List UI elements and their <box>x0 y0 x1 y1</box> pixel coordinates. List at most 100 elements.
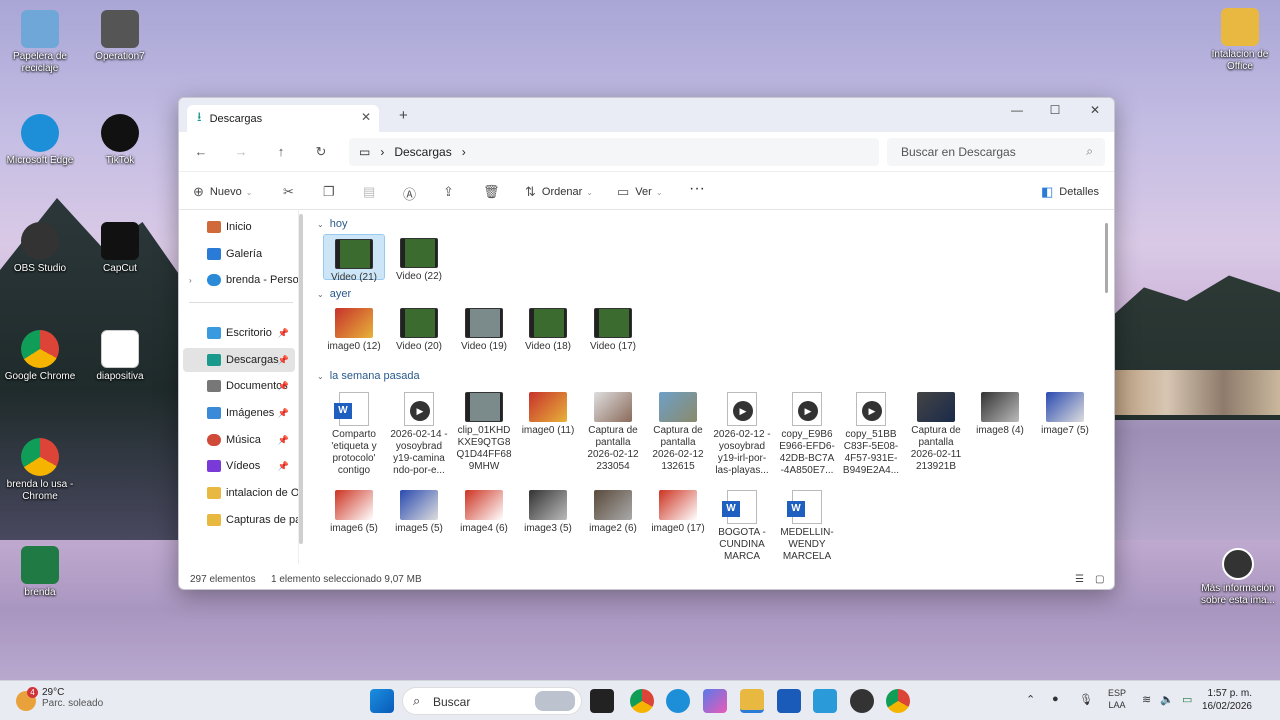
group-header-semana-pasada[interactable]: ⌄ la semana pasada <box>317 370 420 382</box>
desktop-icon-tiktok[interactable]: TikTok <box>78 114 162 167</box>
copy-button[interactable]: ❐ <box>323 184 341 200</box>
file-item[interactable]: Video (18) <box>517 304 579 353</box>
file-item[interactable]: ▶ 2026-02-12 -yosoybrad y19-irl-por- las-… <box>711 388 773 477</box>
store-icon[interactable] <box>777 689 801 713</box>
sidebar-item-musica[interactable]: Música 📌 <box>183 428 295 452</box>
file-item[interactable]: image7 (5) <box>1034 388 1096 437</box>
file-item[interactable]: image5 (5) <box>388 486 450 535</box>
file-item[interactable]: Captura de pantalla 2026-02-12 233054 <box>582 388 644 473</box>
paste-button[interactable]: ▤ <box>363 184 381 200</box>
file-item[interactable]: ▶ copy_E9B6 E966-EFD6- 42DB-BC7A -4A850E7… <box>776 388 838 477</box>
desktop-icon-spotlight-info[interactable]: Más información sobre esta ima... <box>1196 548 1280 607</box>
file-item[interactable]: W BOGOTA - CUNDINA MARCA <box>711 486 773 563</box>
view-button[interactable]: ▭ Ver ⌄ <box>617 184 663 200</box>
desktop-icon-chrome[interactable]: Google Chrome <box>0 330 82 383</box>
file-item[interactable]: Video (17) <box>582 304 644 353</box>
back-arrow-icon[interactable]: ← <box>191 144 211 159</box>
group-header-ayer[interactable]: ⌄ ayer <box>317 288 351 300</box>
close-tab-icon[interactable]: ✕ <box>361 110 371 124</box>
file-item[interactable]: clip_01KHD KXE9QTG8 Q1D44FF68 9MHW <box>453 388 515 473</box>
close-button[interactable]: ✕ <box>1083 103 1107 117</box>
file-item[interactable]: image0 (11) <box>517 388 579 437</box>
file-item[interactable]: image6 (5) <box>323 486 385 535</box>
search-input[interactable]: Buscar en Descargas ⌕ <box>887 138 1105 166</box>
sidebar-item-descargas[interactable]: Descargas 📌 <box>183 348 295 372</box>
chevron-up-icon[interactable]: ⌃ <box>1026 693 1035 706</box>
chrome-taskbar-icon[interactable] <box>630 689 654 713</box>
sidebar-item-intalacion[interactable]: intalacion de Of <box>183 481 298 505</box>
battery-icon[interactable]: ▭ <box>1182 693 1192 706</box>
file-explorer-taskbar-icon[interactable] <box>740 689 764 713</box>
obs-taskbar-icon[interactable] <box>850 689 874 713</box>
sort-button[interactable]: ⇅ Ordenar ⌄ <box>525 184 593 200</box>
file-item[interactable]: image2 (6) <box>582 486 644 535</box>
breadcrumb[interactable]: ▭ › Descargas › <box>349 138 879 166</box>
file-item[interactable]: W MEDELLIN- WENDY MARCELA <box>776 486 838 563</box>
file-item[interactable]: Video (19) <box>453 304 515 353</box>
file-item[interactable]: image4 (6) <box>453 486 515 535</box>
file-item[interactable]: image0 (17) <box>647 486 709 535</box>
desktop-icon-obs[interactable]: OBS Studio <box>0 222 82 275</box>
group-header-hoy[interactable]: ⌄ hoy <box>317 218 347 230</box>
weather-widget[interactable]: 4 29°C Parc. soleado <box>16 687 103 711</box>
file-item[interactable]: ▶ copy_51BB C83F-5E08- 4F57-931E- B949E2A… <box>840 388 902 477</box>
sidebar-item-capturas[interactable]: Capturas de pan <box>183 508 298 532</box>
desktop-icon-capcut[interactable]: CapCut <box>78 222 162 275</box>
desktop-icon-edge[interactable]: Microsoft Edge <box>0 114 82 167</box>
minimize-button[interactable]: — <box>1005 103 1029 117</box>
delete-button[interactable]: 🗑 <box>483 184 506 200</box>
file-item[interactable]: image3 (5) <box>517 486 579 535</box>
microphone-icon[interactable]: 🎙 <box>1079 693 1093 706</box>
sidebar-item-galeria[interactable]: Galería <box>183 242 295 266</box>
refresh-icon[interactable]: ↻ <box>311 144 331 160</box>
file-item[interactable]: Captura de pantalla 2026-02-12 132615 <box>647 388 709 473</box>
desktop-icon-operation7[interactable]: Operation7 <box>78 10 162 63</box>
antivirus-icon[interactable]: ● <box>1052 693 1059 705</box>
sidebar-item-inicio[interactable]: Inicio <box>183 215 295 239</box>
notepad-icon[interactable] <box>813 689 837 713</box>
file-item[interactable]: Captura de pantalla 2026-02-11 213921B <box>905 388 967 473</box>
rename-button[interactable]: Ⓐ <box>403 184 422 203</box>
content-scrollbar[interactable] <box>1105 223 1108 293</box>
tab-descargas[interactable]: ⭳ Descargas ✕ <box>187 105 379 132</box>
sidebar-item-documentos[interactable]: Documentos 📌 <box>183 374 295 398</box>
list-view-icon[interactable]: ☰ <box>1075 574 1084 585</box>
file-item[interactable]: image8 (4) <box>969 388 1031 437</box>
cut-button[interactable]: ✂ <box>283 184 300 200</box>
file-item[interactable]: W Comparto 'etiqueta y protocolo' contigo <box>323 388 385 477</box>
file-item[interactable]: Video (21) <box>323 234 385 283</box>
up-arrow-icon[interactable]: ↑ <box>271 144 291 159</box>
sidebar-item-imagenes[interactable]: Imágenes 📌 <box>183 401 295 425</box>
chrome-profile-taskbar-icon[interactable] <box>886 689 910 713</box>
desktop-icon-brenda-excel[interactable]: brenda <box>0 546 82 599</box>
desktop-icon-diapositiva[interactable]: diapositiva <box>78 330 162 383</box>
details-button[interactable]: ◧ Detalles <box>1041 184 1099 200</box>
wifi-icon[interactable]: ≋ <box>1142 693 1151 706</box>
sidebar-item-onedrive[interactable]: ›brenda - Persona <box>183 268 298 292</box>
task-view-icon[interactable] <box>590 689 614 713</box>
sidebar-scrollbar[interactable] <box>299 214 303 544</box>
file-item[interactable]: ▶ 2026-02-14 -yosoybrad y19-camina ndo-po… <box>388 388 450 477</box>
desktop-icon-recycle-bin[interactable]: Papelera de reciclaje <box>0 10 82 75</box>
new-button[interactable]: ⊕ Nuevo ⌄ <box>193 184 252 200</box>
volume-icon[interactable]: 🔈 <box>1160 693 1174 706</box>
edge-taskbar-icon[interactable] <box>666 689 690 713</box>
tiles-view-icon[interactable]: ▢ <box>1095 574 1104 585</box>
file-item[interactable]: Video (20) <box>388 304 450 353</box>
clock[interactable]: 1:57 p. m. 16/02/2026 <box>1202 687 1252 713</box>
maximize-button[interactable]: ☐ <box>1043 103 1067 117</box>
forward-arrow-icon[interactable]: → <box>231 144 251 159</box>
sidebar-item-videos[interactable]: Vídeos 📌 <box>183 454 295 478</box>
more-options-button[interactable]: ··· <box>689 180 705 198</box>
file-item[interactable]: Video (22) <box>388 234 450 283</box>
sidebar-item-escritorio[interactable]: Escritorio 📌 <box>183 321 295 345</box>
file-item[interactable]: image0 (12) <box>323 304 385 353</box>
start-button[interactable] <box>370 689 394 713</box>
new-tab-button[interactable]: + <box>399 107 408 124</box>
taskbar-search[interactable]: ⌕ Buscar <box>402 687 582 715</box>
copilot-icon[interactable] <box>703 689 727 713</box>
breadcrumb-descargas[interactable]: Descargas <box>394 145 451 159</box>
desktop-icon-brenda-chrome[interactable]: brenda lo usa - Chrome <box>0 438 82 503</box>
share-button[interactable]: ⇪ <box>443 184 460 200</box>
language-indicator[interactable]: ESP LAA <box>1108 687 1126 711</box>
